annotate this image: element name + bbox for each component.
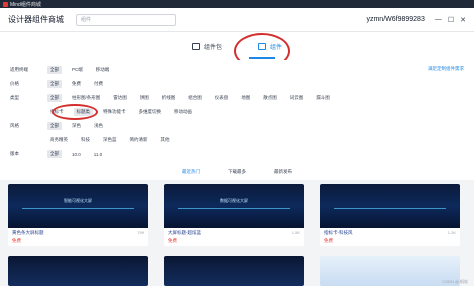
sort-downloads[interactable]: 下载最多 bbox=[228, 169, 246, 175]
filter-label: 版本 bbox=[10, 151, 19, 156]
app-logo-icon bbox=[3, 1, 8, 7]
header: 设计器组件商城 组件 yzmn/W6f9899283 — ☐ ✕ bbox=[0, 8, 474, 32]
component-card[interactable]: 指标卡-科技风 1.2K 免费 bbox=[320, 184, 460, 246]
component-card[interactable]: 数据可视化大屏 大屏标题-超炫蓝 1.5K 免费 bbox=[164, 184, 304, 246]
filter-chip[interactable]: PC端 bbox=[69, 66, 86, 74]
filter-chip[interactable]: 全部 bbox=[47, 66, 62, 74]
filter-row: 类型 全部 柱形图/条形图 雷达图 饼图 折线图 组合图 仪表盘 地图 散点图 词云图 漏斗图 bbox=[10, 94, 333, 102]
filter-row: 商务精英 科技 深色蓝 简约清新 其他 bbox=[10, 136, 173, 144]
folder-icon bbox=[191, 42, 200, 50]
component-card-thumbnail[interactable] bbox=[320, 256, 460, 286]
filter-chip[interactable]: 组合图 bbox=[185, 94, 205, 102]
filter-chip[interactable]: 10.0 bbox=[69, 151, 84, 158]
filter-chip[interactable]: 11.0 bbox=[91, 151, 105, 158]
filter-chip[interactable]: 商务精英 bbox=[47, 136, 71, 144]
card-thumbnail: 数据可视化大屏 bbox=[164, 184, 304, 228]
component-card-thumbnail[interactable] bbox=[164, 256, 304, 286]
card-name: 大屏标题-超炫蓝 bbox=[168, 230, 201, 235]
filter-row: 指标卡 标题类 特殊功能卡 多维度切换 移动动画 bbox=[10, 108, 195, 116]
filter-chip[interactable]: 深色 bbox=[69, 122, 84, 130]
window-title: Mind组件商城 bbox=[10, 1, 41, 8]
filter-chip[interactable]: 折线图 bbox=[159, 94, 179, 102]
search-placeholder: 组件 bbox=[81, 17, 92, 23]
card-name: 指标卡-科技风 bbox=[324, 230, 353, 235]
filter-chip[interactable]: 地图 bbox=[238, 94, 253, 102]
filter-row: 适用终端 全部 PC端 移动端 bbox=[10, 66, 112, 74]
card-price: 免费 bbox=[12, 238, 21, 243]
filter-chip[interactable]: 全部 bbox=[47, 94, 62, 102]
tab-label: 组件包 bbox=[203, 44, 222, 51]
sort-bar: 最近热门 下载最多 最新发布 bbox=[0, 164, 474, 180]
card-views: 1.5K bbox=[291, 230, 300, 235]
filter-label: 风格 bbox=[10, 123, 19, 128]
filter-chip[interactable]: 移动动画 bbox=[171, 108, 195, 116]
filter-chip[interactable]: 浅色 bbox=[91, 122, 106, 130]
user-name[interactable]: yzmn/W6f9899283 bbox=[366, 16, 424, 23]
filter-chip[interactable]: 科技 bbox=[78, 136, 93, 144]
filter-chip[interactable]: 散点图 bbox=[260, 94, 280, 102]
filter-label: 适用终端 bbox=[10, 67, 28, 72]
filter-chip[interactable]: 深色蓝 bbox=[100, 136, 120, 144]
filter-row: 版本 全部 10.0 11.0 bbox=[10, 150, 105, 158]
card-thumbnail bbox=[320, 184, 460, 228]
filter-chip[interactable]: 移动端 bbox=[93, 66, 113, 74]
filter-chip[interactable]: 特殊功能卡 bbox=[100, 108, 129, 116]
card-name: 黄色条大屏标题 bbox=[12, 230, 44, 235]
maximize-button[interactable]: ☐ bbox=[448, 16, 454, 24]
filter-chip[interactable]: 柱形图/条形图 bbox=[69, 94, 103, 102]
window-titlebar: Mind组件商城 bbox=[0, 0, 474, 8]
filter-chip[interactable]: 简约清新 bbox=[127, 136, 151, 144]
component-card[interactable]: 智能可视化大屏 黄色条大屏标题 799 免费 bbox=[8, 184, 148, 246]
filter-label: 类型 bbox=[10, 95, 19, 100]
active-tab-underline bbox=[249, 57, 275, 59]
sort-newest[interactable]: 最新发布 bbox=[274, 169, 292, 175]
sort-hot[interactable]: 最近热门 bbox=[182, 169, 200, 175]
watermark: CSDN @ 帆软 bbox=[442, 279, 468, 284]
thumbnail-title: 数据可视化大屏 bbox=[220, 198, 248, 203]
filter-chip[interactable]: 全部 bbox=[47, 80, 62, 88]
card-views: 1.2K bbox=[447, 230, 456, 235]
page-title: 设计器组件商城 bbox=[8, 15, 64, 24]
filter-chip[interactable]: 仪表盘 bbox=[212, 94, 232, 102]
filter-chip[interactable]: 词云图 bbox=[287, 94, 307, 102]
card-thumbnail: 智能可视化大屏 bbox=[8, 184, 148, 228]
minimize-button[interactable]: — bbox=[435, 16, 442, 24]
filter-chip[interactable]: 免费 bbox=[69, 80, 84, 88]
filter-chip[interactable]: 饼图 bbox=[137, 94, 152, 102]
filter-chip[interactable]: 多维度切换 bbox=[136, 108, 165, 116]
filter-row: 风格 全部 深色 浅色 bbox=[10, 122, 106, 130]
tab-packages[interactable]: 组件包 bbox=[186, 38, 228, 55]
filter-chip[interactable]: 全部 bbox=[47, 122, 62, 130]
search-input[interactable]: 组件 bbox=[76, 13, 176, 26]
filter-chip[interactable]: 漏斗图 bbox=[313, 94, 333, 102]
filter-row: 价格 全部 免费 付费 bbox=[10, 80, 106, 88]
component-card-thumbnail[interactable] bbox=[8, 256, 148, 286]
thumbnail-title: 智能可视化大屏 bbox=[64, 198, 92, 203]
card-price: 免费 bbox=[168, 238, 177, 243]
card-price: 免费 bbox=[324, 238, 333, 243]
filter-chip[interactable]: 全部 bbox=[47, 150, 62, 158]
custom-request-link[interactable]: 满足定制组件需求 bbox=[428, 66, 464, 72]
filter-chip[interactable]: 其他 bbox=[158, 136, 173, 144]
filter-chip[interactable]: 付费 bbox=[91, 80, 106, 88]
close-button[interactable]: ✕ bbox=[460, 16, 466, 24]
filter-label: 价格 bbox=[10, 81, 19, 86]
highlight-circle bbox=[52, 104, 98, 120]
card-views: 799 bbox=[137, 230, 144, 235]
filter-chip[interactable]: 雷达图 bbox=[110, 94, 130, 102]
